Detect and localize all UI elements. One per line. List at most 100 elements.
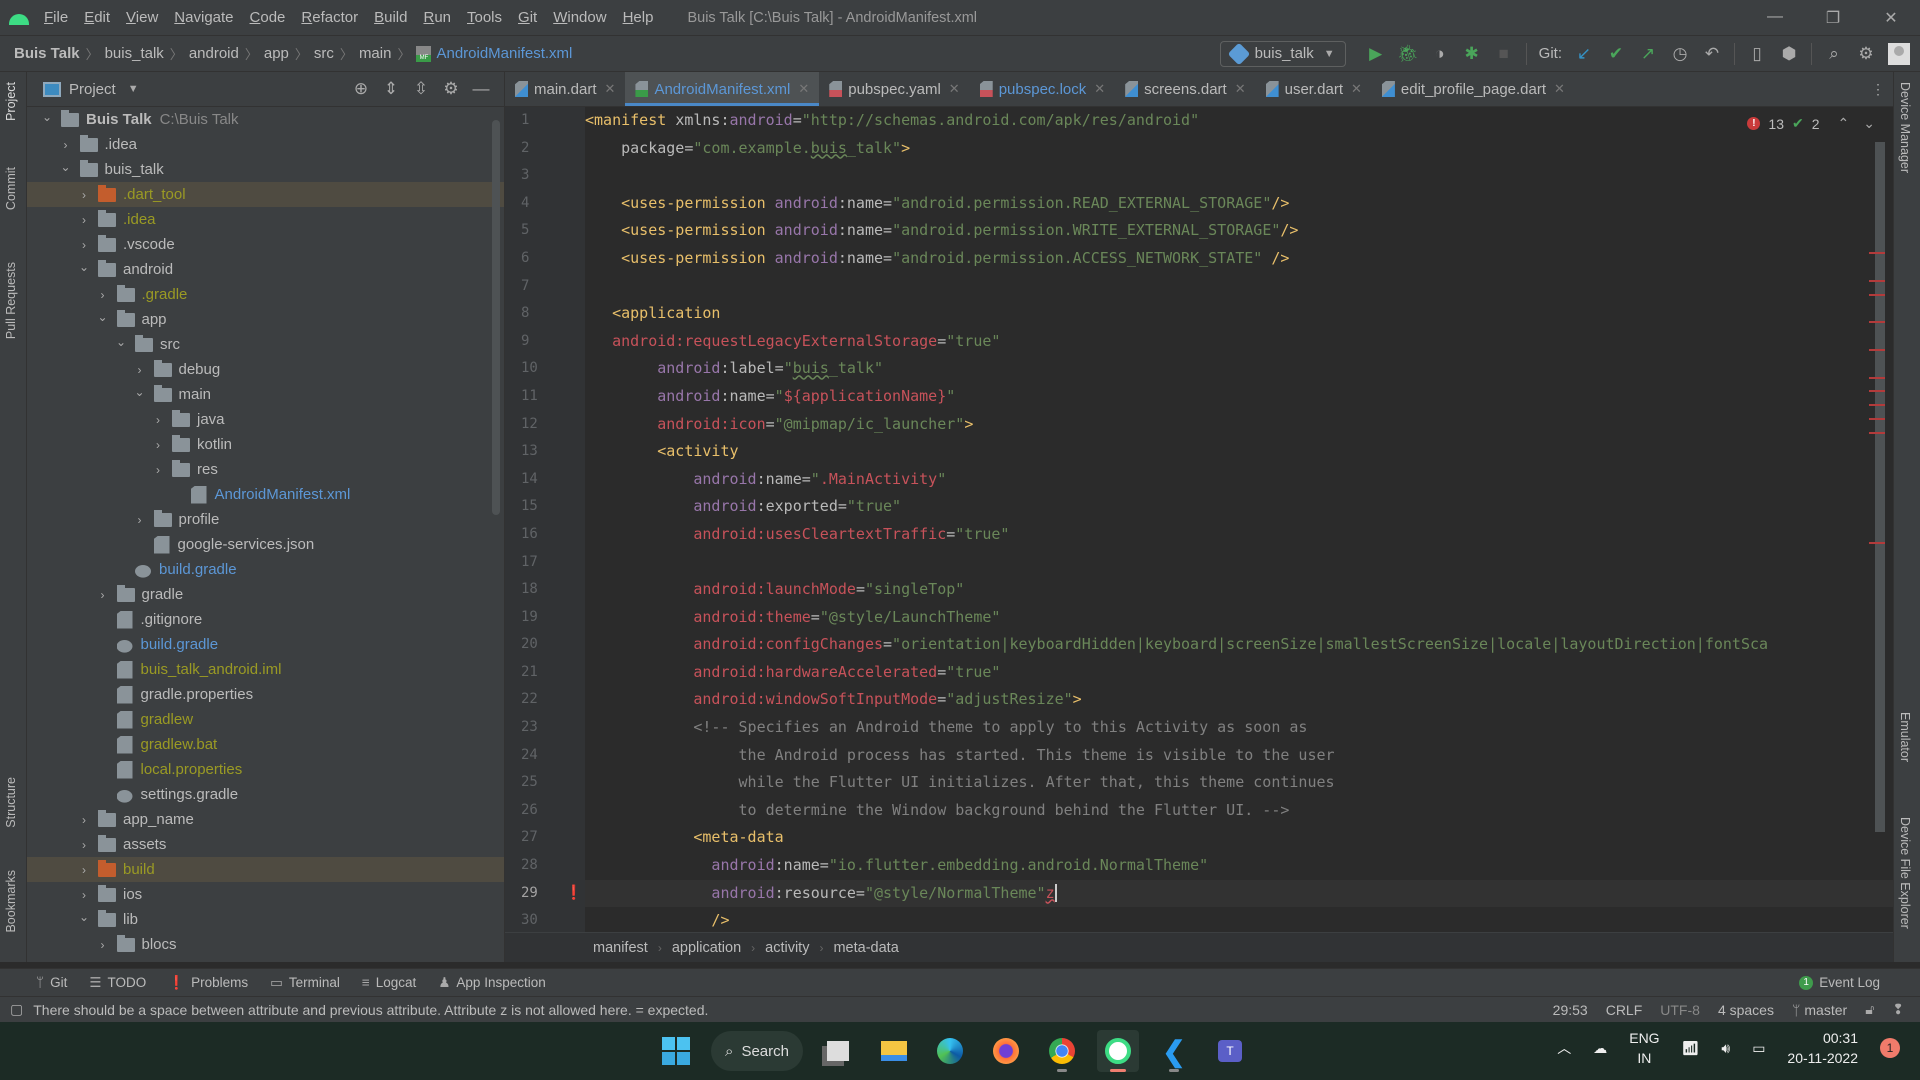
code-line[interactable]: android:usesCleartextTraffic="true" — [585, 521, 1893, 549]
error-stripe-mark[interactable] — [1869, 252, 1885, 255]
tree-item[interactable]: ⌄ lib — [27, 907, 504, 932]
tree-item[interactable]: › blocs — [27, 932, 504, 957]
breadcrumb-item[interactable]: app — [264, 45, 289, 62]
tree-item[interactable]: › kotlin — [27, 432, 504, 457]
code-line[interactable] — [585, 273, 1893, 301]
file-encoding[interactable]: UTF-8 — [1660, 1002, 1700, 1018]
tree-item[interactable]: › .idea — [27, 132, 504, 157]
code-line[interactable]: android:resource="@style/NormalTheme"z — [585, 879, 1893, 908]
chevron-right-icon[interactable]: › — [76, 213, 92, 227]
chevron-down-icon[interactable]: ▼ — [128, 83, 139, 95]
chrome-button[interactable] — [1041, 1030, 1083, 1072]
breadcrumb-item[interactable]: main — [359, 45, 392, 62]
tree-item[interactable]: › res — [27, 457, 504, 482]
code-line[interactable]: android:windowSoftInputMode="adjustResiz… — [585, 686, 1893, 714]
close-tab-icon[interactable]: ✕ — [1094, 81, 1105, 97]
toggle-tool-windows-icon[interactable]: ▢ — [10, 1001, 23, 1018]
chevron-right-icon[interactable]: › — [76, 813, 92, 827]
language-indicator[interactable]: ENG IN — [1629, 1028, 1659, 1068]
tree-item[interactable]: › .dart_tool — [27, 182, 504, 207]
code-line[interactable]: <manifest xmlns:android="http://schemas.… — [585, 107, 1893, 135]
restore-icon[interactable]: ❐ — [1804, 8, 1862, 28]
close-window-icon[interactable]: ✕ — [1862, 8, 1920, 28]
menu-run[interactable]: Run — [423, 9, 451, 26]
code-line[interactable]: /> — [585, 907, 1893, 932]
chevron-right-icon[interactable]: › — [95, 588, 111, 602]
chevron-right-icon[interactable]: › — [132, 513, 148, 527]
vscode-button[interactable]: ❮ — [1153, 1030, 1195, 1072]
breadcrumb-item[interactable]: Buis Talk — [14, 45, 80, 62]
task-view-button[interactable] — [817, 1030, 859, 1072]
start-button[interactable] — [655, 1030, 697, 1072]
chevron-down-icon[interactable]: ⌄ — [95, 310, 111, 324]
chevron-right-icon[interactable]: › — [76, 863, 92, 877]
tree-item[interactable]: build.gradle — [27, 557, 504, 582]
close-tab-icon[interactable]: ✕ — [1554, 81, 1565, 97]
close-tab-icon[interactable]: ✕ — [798, 81, 809, 97]
tab-edit-profile-page-dart[interactable]: edit_profile_page.dart ✕ — [1372, 72, 1575, 106]
menu-edit[interactable]: Edit — [84, 9, 110, 26]
tool-window-problems[interactable]: ❗ Problems — [168, 975, 248, 991]
stripe-pull-requests[interactable]: Pull Requests — [4, 262, 18, 339]
git-commit-icon[interactable]: ✔ — [1602, 44, 1630, 64]
menu-window[interactable]: Window — [553, 9, 606, 26]
error-stripe-mark[interactable] — [1869, 376, 1885, 379]
code-line[interactable]: <uses-permission android:name="android.p… — [585, 245, 1893, 273]
tab-user-dart[interactable]: user.dart ✕ — [1256, 72, 1372, 106]
menu-file[interactable]: File — [44, 9, 68, 26]
chevron-down-icon[interactable]: ⌄ — [39, 110, 55, 124]
tree-item[interactable]: › build — [27, 857, 504, 882]
chevron-right-icon[interactable]: › — [150, 413, 166, 427]
tool-window-app-inspection[interactable]: ♟ App Inspection — [438, 975, 545, 991]
code-line[interactable]: <meta-data — [585, 824, 1893, 852]
chevron-right-icon[interactable]: › — [76, 888, 92, 902]
chevron-right-icon[interactable]: › — [76, 188, 92, 202]
code-line[interactable]: while the Flutter UI initializes. After … — [585, 769, 1893, 797]
rollback-icon[interactable]: ↶ — [1698, 44, 1726, 64]
breadcrumb-item[interactable]: src — [314, 45, 334, 62]
stripe-commit[interactable]: Commit — [4, 167, 18, 210]
settings-gear-icon[interactable]: ⚙ — [1852, 44, 1880, 64]
xml-breadcrumb-item[interactable]: activity — [765, 940, 809, 956]
tree-item[interactable]: › .vscode — [27, 232, 504, 257]
code-line[interactable]: android:configChanges="orientation|keybo… — [585, 631, 1893, 659]
breadcrumb-item[interactable]: android — [189, 45, 239, 62]
git-history-icon[interactable]: ◷ — [1666, 44, 1694, 64]
hide-panel-icon[interactable]: — — [466, 79, 496, 99]
error-stripe-mark[interactable] — [1869, 280, 1885, 282]
tree-item[interactable]: › assets — [27, 832, 504, 857]
menu-tools[interactable]: Tools — [467, 9, 502, 26]
unlock-icon[interactable]: 🔓︎ — [1865, 1001, 1874, 1018]
tree-item[interactable]: build.gradle — [27, 632, 504, 657]
tree-item[interactable]: › debug — [27, 357, 504, 382]
error-stripe-mark[interactable] — [1869, 542, 1885, 545]
tool-window-todo[interactable]: ☰ TODO — [89, 975, 146, 991]
menu-help[interactable]: Help — [623, 9, 654, 26]
chevron-down-icon[interactable]: ⌄ — [132, 385, 148, 399]
code-line[interactable]: <!-- Specifies an Android theme to apply… — [585, 714, 1893, 742]
battery-icon[interactable]: ▭ — [1752, 1040, 1765, 1057]
tree-item[interactable]: › .gradle — [27, 282, 504, 307]
code-line[interactable]: package="com.example.buis_talk"> — [585, 135, 1893, 163]
close-tab-icon[interactable]: ✕ — [1351, 81, 1362, 97]
code-editor[interactable]: 1 2 3 4 5 6 7 8 9 10 11 12 13 14 15 16 17 18 19 20 21 22 23 24 2… — [505, 107, 1893, 932]
inspection-widget[interactable]: ! 13 ✔ 2 ⌃ ⌄ — [1747, 115, 1875, 132]
tree-item[interactable]: settings.gradle — [27, 782, 504, 807]
project-scrollbar[interactable] — [492, 120, 500, 515]
code-line[interactable]: android:name=".MainActivity" — [585, 466, 1893, 494]
volume-icon[interactable]: 🔊︎ — [1721, 1040, 1730, 1057]
onedrive-cloud-icon[interactable]: ☁ — [1593, 1040, 1607, 1057]
editor-error-stripe[interactable] — [1869, 142, 1885, 832]
minimize-icon[interactable]: — — [1746, 8, 1804, 28]
stripe-device-manager[interactable]: Device Manager — [1898, 82, 1912, 173]
error-stripe-mark[interactable] — [1869, 321, 1885, 324]
error-bulb-icon[interactable]: ❗ — [565, 884, 582, 901]
sdk-manager-icon[interactable]: ⬢ — [1775, 44, 1803, 64]
stripe-device-file-explorer[interactable]: Device File Explorer — [1898, 817, 1912, 929]
tree-item[interactable]: gradle.properties — [27, 682, 504, 707]
more-tabs-icon[interactable]: ⋮ — [1863, 72, 1893, 106]
indent-setting[interactable]: 4 spaces — [1718, 1002, 1774, 1018]
code-line[interactable] — [585, 162, 1893, 190]
tree-item[interactable]: ⌄ Buis Talk C:\Buis Talk — [27, 107, 504, 132]
wifi-icon[interactable]: 📶︎ — [1682, 1040, 1700, 1057]
